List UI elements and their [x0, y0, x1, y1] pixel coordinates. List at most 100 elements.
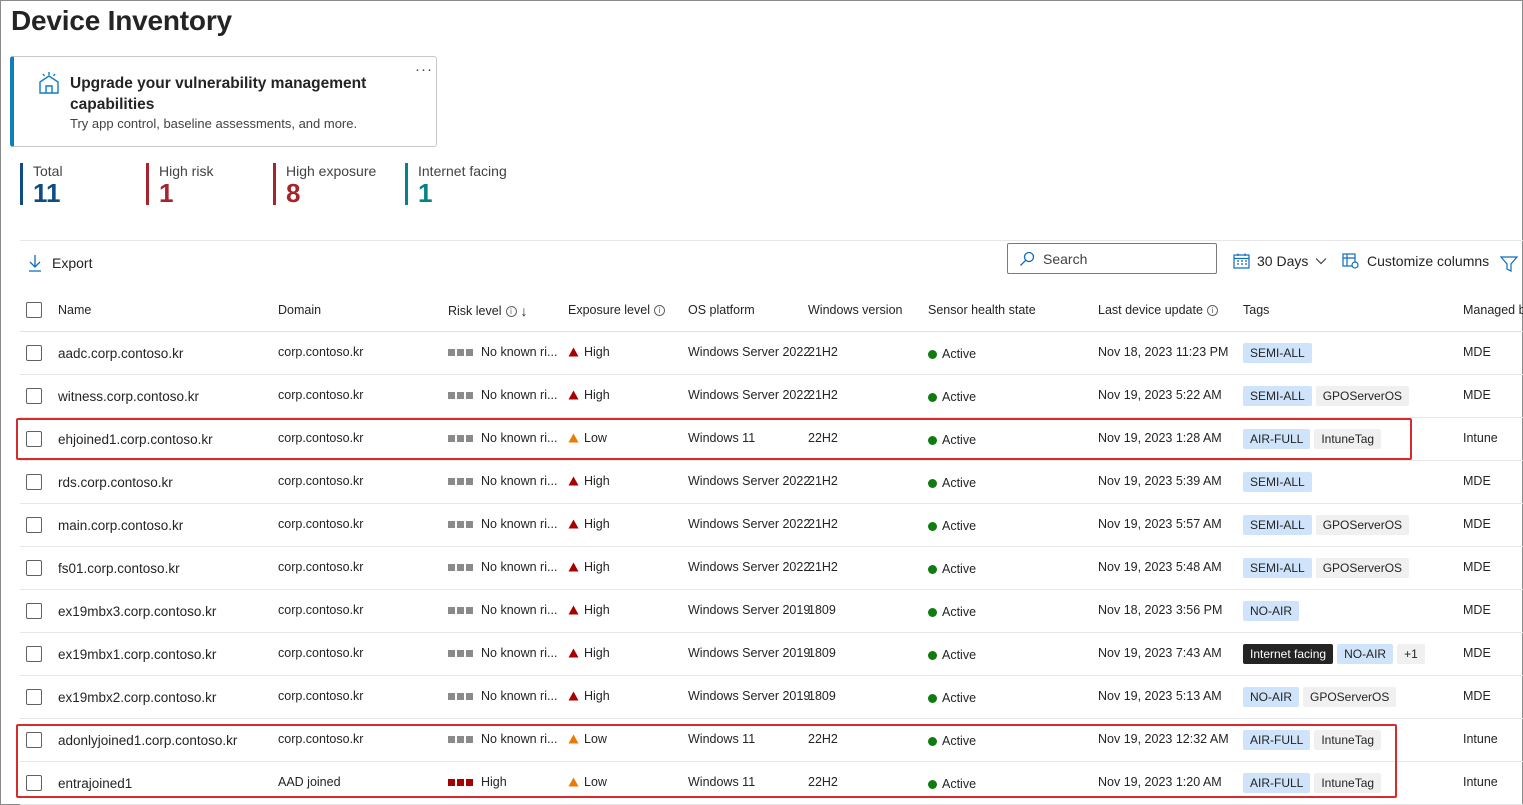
search-input[interactable]: Search [1007, 243, 1217, 274]
tag-badge[interactable]: NO-AIR [1243, 601, 1299, 621]
table-row[interactable]: entrajoined1 AAD joined High Low Windows 11 2… [20, 762, 1523, 805]
col-managed-by[interactable]: Managed b [1463, 303, 1523, 317]
table-row[interactable]: aadc.corp.contoso.kr corp.contoso.kr No kn… [20, 332, 1523, 375]
more-options-icon[interactable]: ··· [415, 61, 433, 78]
tag-badge[interactable]: SEMI-ALL [1243, 472, 1312, 492]
filter-icon[interactable] [1500, 255, 1518, 273]
device-name-link[interactable]: aadc.corp.contoso.kr [58, 346, 183, 361]
tag-badge[interactable]: GPOServerOS [1315, 558, 1410, 578]
stat-high-risk[interactable]: High risk 1 [146, 163, 213, 207]
managed-by-cell: MDE [1463, 603, 1491, 617]
stat-internet-facing[interactable]: Internet facing 1 [405, 163, 507, 207]
warning-triangle-icon [568, 519, 579, 529]
export-button[interactable]: Export [28, 254, 92, 272]
table-row[interactable]: ex19mbx3.corp.contoso.kr corp.contoso.kr N… [20, 590, 1523, 633]
row-checkbox[interactable] [26, 603, 42, 619]
col-sensor-health[interactable]: Sensor health state [928, 303, 1036, 317]
tag-badge[interactable]: IntuneTag [1314, 773, 1382, 793]
windows-version-cell: 1809 [808, 646, 836, 660]
risk-level-text: No known ri... [481, 517, 558, 531]
device-name-link[interactable]: ex19mbx3.corp.contoso.kr [58, 604, 216, 619]
table-row[interactable]: fs01.corp.contoso.kr corp.contoso.kr No kn… [20, 547, 1523, 590]
table-row[interactable]: ex19mbx1.corp.contoso.kr corp.contoso.kr N… [20, 633, 1523, 676]
customize-columns-button[interactable]: Customize columns [1342, 253, 1489, 269]
row-checkbox[interactable] [26, 775, 42, 791]
upgrade-card[interactable]: Upgrade your vulnerability management ca… [10, 56, 437, 147]
tag-badge[interactable]: SEMI-ALL [1243, 343, 1312, 363]
tag-badge[interactable]: SEMI-ALL [1243, 558, 1312, 578]
table-row[interactable]: rds.corp.contoso.kr corp.contoso.kr No kno… [20, 461, 1523, 504]
stat-label: Internet facing [418, 163, 507, 179]
table-row[interactable]: main.corp.contoso.kr corp.contoso.kr No kn… [20, 504, 1523, 547]
col-exposure-level[interactable]: Exposure level i [568, 303, 665, 317]
stat-high-exposure[interactable]: High exposure 8 [273, 163, 376, 207]
warning-triangle-icon [568, 390, 579, 400]
row-checkbox[interactable] [26, 646, 42, 662]
time-range-dropdown[interactable]: 30 Days [1233, 253, 1327, 269]
tag-badge[interactable]: SEMI-ALL [1243, 515, 1312, 535]
col-name[interactable]: Name [58, 303, 91, 317]
table-row[interactable]: ex19mbx2.corp.contoso.kr corp.contoso.kr N… [20, 676, 1523, 719]
col-os-platform[interactable]: OS platform [688, 303, 755, 317]
tag-badge[interactable]: AIR-FULL [1243, 429, 1311, 449]
tag-badge[interactable]: GPOServerOS [1315, 386, 1410, 406]
sort-desc-icon[interactable]: ↓ [521, 303, 528, 319]
row-checkbox[interactable] [26, 517, 42, 533]
row-checkbox[interactable] [26, 388, 42, 404]
table-row[interactable]: ehjoined1.corp.contoso.kr corp.contoso.kr… [20, 418, 1523, 461]
tag-badge[interactable]: GPOServerOS [1303, 687, 1397, 707]
row-checkbox[interactable] [26, 474, 42, 490]
info-icon[interactable]: i [654, 304, 665, 316]
row-checkbox[interactable] [26, 431, 42, 447]
stat-total[interactable]: Total 11 [20, 163, 63, 207]
col-domain[interactable]: Domain [278, 303, 321, 317]
tag-badge[interactable]: +1 [1397, 644, 1425, 664]
last-update-cell: Nov 19, 2023 5:39 AM [1098, 474, 1222, 488]
info-icon[interactable]: i [505, 305, 517, 317]
risk-bars-icon [448, 606, 473, 614]
risk-level-cell: No known ri... [448, 603, 557, 617]
select-all-checkbox[interactable] [26, 302, 42, 318]
info-icon[interactable]: i [1206, 304, 1218, 316]
device-name-link[interactable]: entrajoined1 [58, 776, 132, 791]
device-name-link[interactable]: ex19mbx2.corp.contoso.kr [58, 690, 216, 705]
tag-badge[interactable]: IntuneTag [1314, 730, 1382, 750]
tag-badge[interactable]: NO-AIR [1337, 644, 1394, 664]
upgrade-icon [39, 72, 59, 94]
sensor-health-cell: Active [928, 734, 976, 748]
domain-cell: corp.contoso.kr [278, 388, 364, 402]
tag-badge[interactable]: NO-AIR [1243, 687, 1299, 707]
tag-badge[interactable]: AIR-FULL [1243, 730, 1311, 750]
col-risk-level[interactable]: Risk level i ↓ [448, 303, 528, 319]
tags-cell: SEMI-ALL [1243, 472, 1312, 492]
table-row[interactable]: adonlyjoined1.corp.contoso.kr corp.contos… [20, 719, 1523, 762]
device-name-link[interactable]: fs01.corp.contoso.kr [58, 561, 180, 576]
sensor-health-cell: Active [928, 390, 976, 404]
col-last-update[interactable]: Last device update i [1098, 303, 1218, 317]
row-checkbox[interactable] [26, 732, 42, 748]
sensor-health-text: Active [942, 519, 977, 533]
tag-badge[interactable]: IntuneTag [1314, 429, 1382, 449]
table-row[interactable]: witness.corp.contoso.kr corp.contoso.kr No… [20, 375, 1523, 418]
device-name-link[interactable]: witness.corp.contoso.kr [58, 389, 199, 404]
col-tags[interactable]: Tags [1243, 303, 1269, 317]
device-name-link[interactable]: ex19mbx1.corp.contoso.kr [58, 647, 216, 662]
status-dot-icon [928, 435, 937, 445]
device-name-link[interactable]: main.corp.contoso.kr [58, 518, 183, 533]
sensor-health-text: Active [942, 390, 977, 404]
tag-badge[interactable]: AIR-FULL [1243, 773, 1311, 793]
row-checkbox[interactable] [26, 345, 42, 361]
device-name-link[interactable]: adonlyjoined1.corp.contoso.kr [58, 733, 237, 748]
tag-badge[interactable]: SEMI-ALL [1243, 386, 1312, 406]
row-checkbox[interactable] [26, 689, 42, 705]
os-platform-cell: Windows Server 2019 [688, 689, 811, 703]
warning-triangle-icon [568, 347, 579, 357]
risk-bars-icon [448, 778, 473, 786]
warning-triangle-icon [568, 605, 579, 615]
device-name-link[interactable]: ehjoined1.corp.contoso.kr [58, 432, 213, 447]
row-checkbox[interactable] [26, 560, 42, 576]
col-windows-version[interactable]: Windows version [808, 303, 902, 317]
tag-badge[interactable]: GPOServerOS [1315, 515, 1410, 535]
device-name-link[interactable]: rds.corp.contoso.kr [58, 475, 173, 490]
tag-badge[interactable]: Internet facing [1243, 644, 1334, 664]
